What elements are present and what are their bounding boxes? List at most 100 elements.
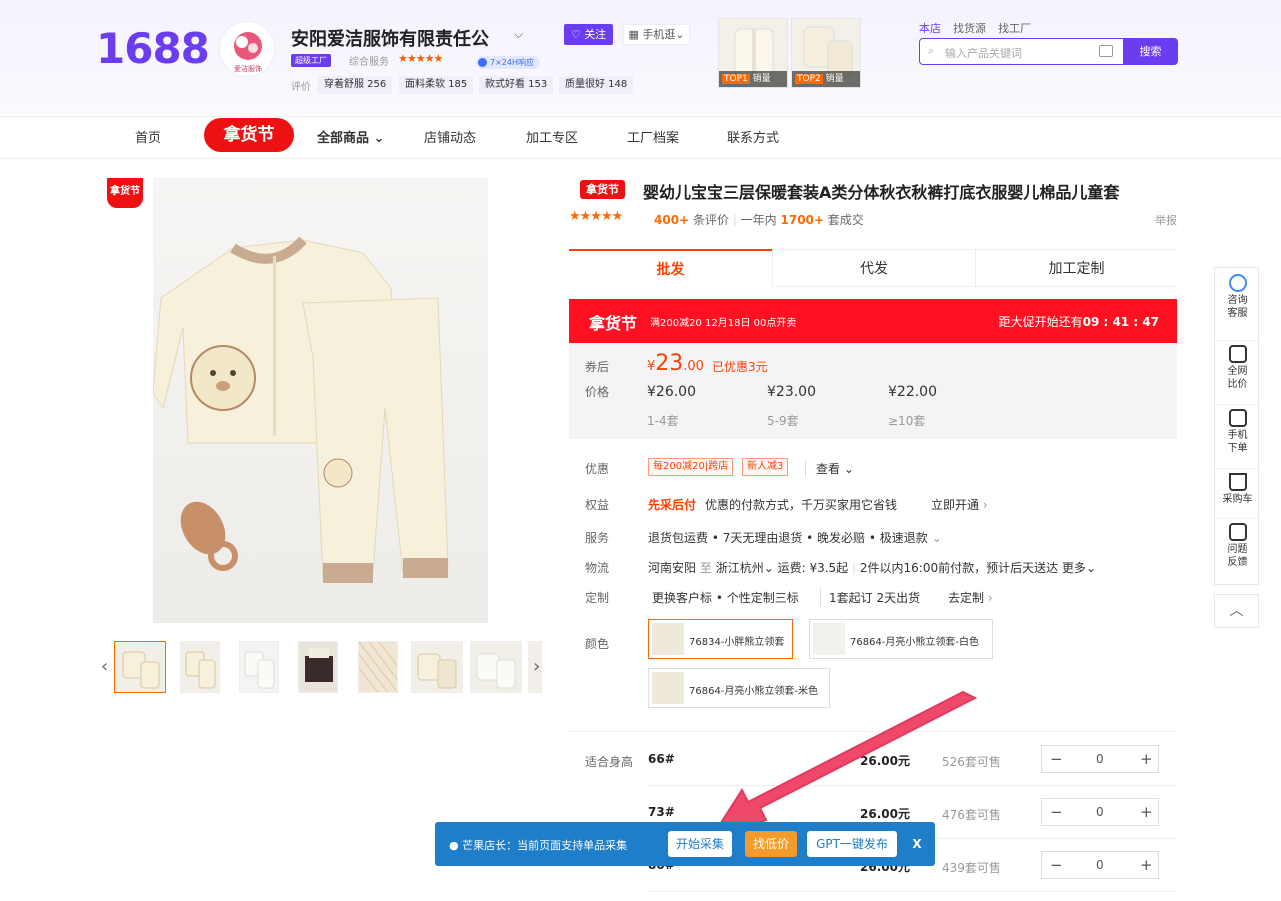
mobile-browse-button[interactable]: ▦ 手机逛⌄ [623, 24, 690, 45]
rating-tag[interactable]: 款式好看 153 [479, 76, 554, 94]
gallery-thumb[interactable] [358, 641, 398, 693]
coupon-cross-shop[interactable]: 每200减20|跨店 [648, 458, 734, 476]
coupon-new-user[interactable]: 新人减3 [742, 458, 789, 476]
quantity-value[interactable]: 0 [1096, 752, 1104, 766]
nav-processing[interactable]: 加工专区 [526, 127, 578, 146]
nav-shop-news[interactable]: 店铺动态 [424, 127, 476, 146]
quantity-value[interactable]: 0 [1096, 858, 1104, 872]
shop-name[interactable]: 安阳爱洁服饰有限责任公 [291, 25, 489, 51]
logistics-label: 物流 [585, 561, 610, 575]
sidebar-item-feedback[interactable]: 问题反馈 [1215, 518, 1260, 569]
sidebar-item-consult[interactable]: 咨询客服 [1215, 274, 1260, 320]
chevron-right-icon[interactable]: › [533, 656, 540, 677]
tier-qty: 1-4套 [647, 414, 679, 428]
rating-tag[interactable]: 穿着舒服 256 [318, 76, 393, 94]
color-option-label: 76834-小胖熊立领套 [689, 637, 785, 648]
nav-all-products[interactable]: 全部商品 ⌄ [317, 127, 384, 146]
logo-1688[interactable]: 1688 [96, 24, 210, 73]
close-plugin-button[interactable]: X [909, 831, 925, 857]
custom-days: 2天出货 [876, 591, 921, 605]
gallery-thumb[interactable] [470, 641, 522, 693]
nav-factory-profile[interactable]: 工厂档案 [627, 127, 679, 146]
gallery-thumb[interactable] [180, 641, 220, 693]
back-to-top-button[interactable]: ︿ [1214, 594, 1259, 628]
plus-icon[interactable]: + [1140, 750, 1153, 768]
color-option[interactable]: 76834-小胖熊立领套 [648, 619, 793, 659]
gpt-publish-button[interactable]: GPT一键发布 [807, 831, 897, 857]
logistics-to[interactable]: 浙江杭州 [716, 561, 764, 575]
sidebar-item-cart[interactable]: 采购车 [1215, 468, 1260, 506]
product-meta: 400+ 条评价 | 一年内 1700+ 套成交 [654, 213, 864, 227]
start-collect-button[interactable]: 开始采集 [668, 831, 732, 857]
minus-icon[interactable]: − [1050, 856, 1063, 874]
gallery-thumb[interactable] [239, 641, 279, 693]
rights-action[interactable]: 立即开通 › [931, 496, 988, 513]
chevron-down-icon[interactable]: ⌵ [514, 27, 523, 42]
top-product-1[interactable]: TOP1 销量 [718, 18, 788, 88]
plugin-text-label: 芒果店长：当前页面支持单品采集 [462, 839, 628, 852]
tab-custom[interactable]: 加工定制 [975, 249, 1177, 287]
sidebar-item-mobile-order[interactable]: 手机下单 [1215, 404, 1260, 455]
minus-icon[interactable]: − [1050, 750, 1063, 768]
cart-icon [1228, 473, 1247, 491]
nav-nahuo-festival[interactable]: 拿货节 [204, 118, 294, 152]
logistics-more[interactable]: 更多 [1062, 561, 1086, 575]
chevron-down-icon: ⌄ [1085, 561, 1096, 575]
link-this-shop[interactable]: 本店 [919, 20, 941, 36]
price-box: 券后 价格 ¥23.00 已优惠3元 ¥26.00 1-4套 ¥23.00 5-… [569, 343, 1177, 439]
search-icon: ⌕ [928, 44, 935, 57]
clock-icon [478, 58, 487, 67]
main-product-image[interactable] [153, 178, 488, 623]
custom-label: 定制 [585, 591, 610, 605]
quantity-value[interactable]: 0 [1096, 805, 1104, 819]
plus-icon[interactable]: + [1140, 803, 1153, 821]
tab-dropship[interactable]: 代发 [772, 249, 975, 287]
rating-tag[interactable]: 面料柔软 185 [399, 76, 474, 94]
find-low-price-button[interactable]: 找低价 [745, 831, 797, 857]
gallery-thumb[interactable] [114, 641, 166, 693]
nav-home[interactable]: 首页 [135, 127, 161, 146]
chat-icon [1228, 274, 1247, 292]
link-find-factory[interactable]: 找工厂 [998, 20, 1031, 36]
gallery-thumb[interactable] [411, 641, 463, 693]
quantity-stepper[interactable]: − 0 + [1041, 851, 1159, 879]
view-coupons[interactable]: 查看 ⌄ [805, 460, 854, 477]
plus-icon[interactable]: + [1140, 856, 1153, 874]
service-desc[interactable]: 退货包运费 • 7天无理由退货 • 晚发必赔 • 极速退款 ⌄ [648, 529, 942, 546]
sidebar-item-label: 问题反馈 [1227, 544, 1248, 568]
purchase-tabs: 批发 代发 加工定制 [569, 249, 1177, 287]
quantity-stepper[interactable]: − 0 + [1041, 798, 1159, 826]
color-option[interactable]: 76864-月亮小熊立领套-白色 [809, 619, 993, 659]
logistics-fee: 运费: ¥3.5起 [777, 561, 849, 575]
report-link[interactable]: 举报 [1155, 212, 1177, 228]
search-button[interactable]: 搜索 [1123, 38, 1178, 65]
logistics-desc: 2件以内16:00前付款，预计后天送达 [859, 561, 1059, 575]
reviews-count[interactable]: 400+ [654, 213, 689, 227]
sidebar-item-compare[interactable]: 全网比价 [1215, 340, 1260, 391]
sidebar-item-label: 采购车 [1222, 494, 1253, 505]
quantity-stepper[interactable]: − 0 + [1041, 745, 1159, 773]
follow-button[interactable]: ♡ 关注 [564, 24, 613, 45]
rating-tag[interactable]: 质量很好 148 [559, 76, 634, 94]
rights-action-label: 立即开通 [931, 498, 980, 512]
custom-moq-value: 1套起订 [829, 591, 873, 605]
nav-contact[interactable]: 联系方式 [727, 127, 779, 146]
promo-banner: 拿货节 满200减20 12月18日 00点开卖 距大促开始还有09 : 41 … [569, 299, 1177, 343]
camera-icon[interactable] [1099, 45, 1113, 57]
gallery-thumb[interactable] [298, 641, 338, 693]
tab-wholesale[interactable]: 批发 [569, 249, 772, 287]
chevron-down-icon: ⌄ [373, 131, 385, 146]
minus-icon[interactable]: − [1050, 803, 1063, 821]
top-product-2[interactable]: TOP2 销量 [791, 18, 861, 88]
shop-avatar[interactable]: 爱洁服饰 [219, 21, 275, 77]
promo-desc: 满200减20 12月18日 00点开卖 [650, 318, 797, 329]
link-find-source[interactable]: 找货源 [953, 20, 986, 36]
custom-moq: 1套起订 2天出货 [820, 589, 920, 606]
chevron-down-icon: ⌄ [675, 28, 685, 41]
custom-action[interactable]: 去定制 › [948, 589, 993, 606]
custom-action-label: 去定制 [948, 591, 985, 605]
search-input[interactable]: ⌕ 输入产品关键词 [919, 38, 1124, 65]
size-value: 73# [648, 805, 675, 819]
chevron-left-icon[interactable]: ‹ [101, 656, 108, 677]
tier-qty: 5-9套 [767, 414, 799, 428]
